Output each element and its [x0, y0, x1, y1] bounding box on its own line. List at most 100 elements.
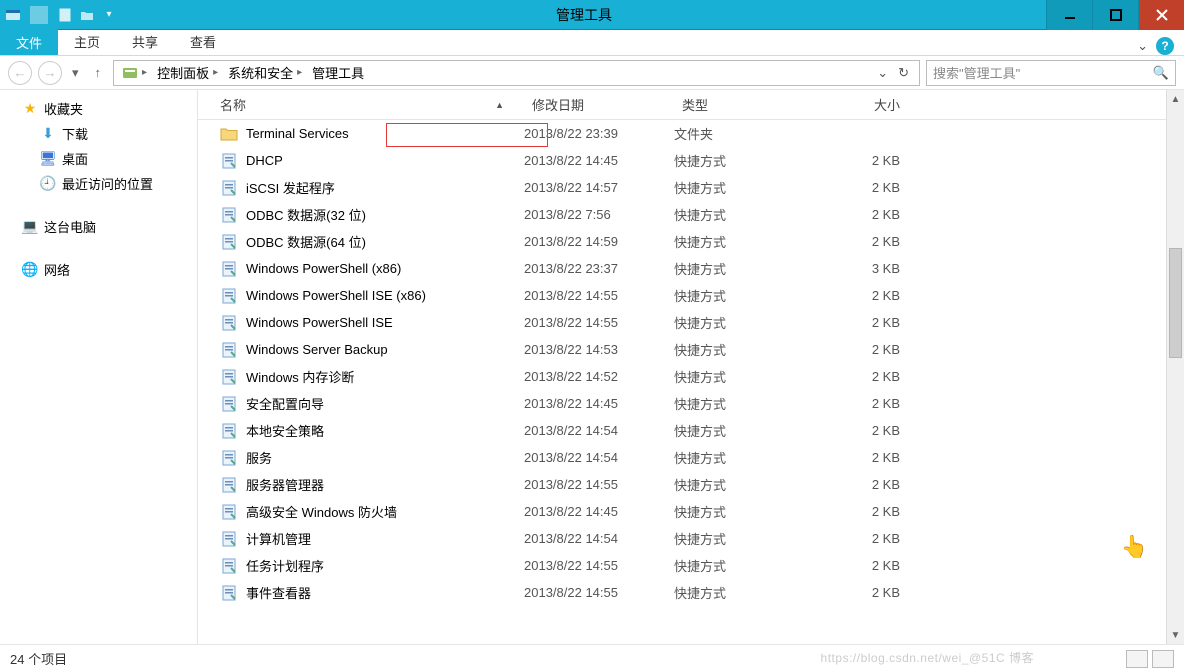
- file-row[interactable]: 服务器管理器2013/8/22 14:55快捷方式2 KB: [198, 471, 1184, 498]
- file-type: 快捷方式: [674, 475, 824, 494]
- breadcrumb-root-icon[interactable]: ▸: [118, 65, 151, 81]
- file-row[interactable]: 任务计划程序2013/8/22 14:55快捷方式2 KB: [198, 552, 1184, 579]
- shortcut-icon: [220, 287, 238, 305]
- shortcut-icon: [220, 233, 238, 251]
- file-size: 2 KB: [824, 315, 924, 330]
- file-type: 快捷方式: [674, 340, 824, 359]
- file-tab[interactable]: 文件: [0, 29, 58, 55]
- maximize-button[interactable]: [1092, 0, 1138, 30]
- file-type: 快捷方式: [674, 151, 824, 170]
- address-chevron-icon[interactable]: ⌄: [877, 65, 888, 81]
- file-date: 2013/8/22 14:55: [524, 477, 674, 492]
- file-size: 2 KB: [824, 234, 924, 249]
- qat-properties-icon[interactable]: [56, 6, 74, 24]
- file-row[interactable]: Windows PowerShell ISE (x86)2013/8/22 14…: [198, 282, 1184, 309]
- file-size: 3 KB: [824, 261, 924, 276]
- file-row[interactable]: 安全配置向导2013/8/22 14:45快捷方式2 KB: [198, 390, 1184, 417]
- file-size: 2 KB: [824, 288, 924, 303]
- search-box[interactable]: 搜索"管理工具" 🔍: [926, 60, 1176, 86]
- nav-thispc[interactable]: 💻这台电脑: [0, 214, 197, 239]
- star-icon: ★: [22, 101, 38, 117]
- file-name: 事件查看器: [246, 583, 311, 602]
- col-date[interactable]: 修改日期: [524, 95, 674, 114]
- sort-arrow-icon: ▲: [495, 100, 504, 110]
- shortcut-icon: [220, 206, 238, 224]
- nav-desktop[interactable]: 🖥桌面: [0, 146, 197, 171]
- file-name: 本地安全策略: [246, 421, 324, 440]
- refresh-icon[interactable]: ↻: [898, 65, 909, 81]
- address-bar[interactable]: ▸ 控制面板 ▸ 系统和安全 ▸ 管理工具 ⌄ ↻: [113, 60, 920, 86]
- file-date: 2013/8/22 7:56: [524, 207, 674, 222]
- titlebar: ▾ 管理工具: [0, 0, 1184, 30]
- shortcut-icon: [220, 530, 238, 548]
- breadcrumb-item[interactable]: 管理工具: [308, 63, 368, 82]
- file-row[interactable]: 本地安全策略2013/8/22 14:54快捷方式2 KB: [198, 417, 1184, 444]
- app-icon: [4, 6, 22, 24]
- file-row[interactable]: DHCP2013/8/22 14:45快捷方式2 KB: [198, 147, 1184, 174]
- view-icons-button[interactable]: [1152, 650, 1174, 668]
- file-type: 文件夹: [674, 124, 824, 143]
- file-row[interactable]: ODBC 数据源(32 位)2013/8/22 7:56快捷方式2 KB: [198, 201, 1184, 228]
- scroll-down-icon[interactable]: ▼: [1167, 626, 1184, 644]
- forward-button[interactable]: →: [38, 61, 62, 85]
- file-size: 2 KB: [824, 153, 924, 168]
- file-row[interactable]: 计算机管理2013/8/22 14:54快捷方式2 KB: [198, 525, 1184, 552]
- file-date: 2013/8/22 14:54: [524, 423, 674, 438]
- breadcrumb-item[interactable]: 系统和安全 ▸: [224, 63, 306, 82]
- view-details-button[interactable]: [1126, 650, 1148, 668]
- file-size: 2 KB: [824, 423, 924, 438]
- file-date: 2013/8/22 14:55: [524, 558, 674, 573]
- file-size: 2 KB: [824, 504, 924, 519]
- shortcut-icon: [220, 179, 238, 197]
- up-button[interactable]: ↑: [89, 65, 108, 80]
- file-date: 2013/8/22 23:37: [524, 261, 674, 276]
- file-type: 快捷方式: [674, 259, 824, 278]
- recent-icon: 🕘: [40, 176, 56, 192]
- file-type: 快捷方式: [674, 448, 824, 467]
- qat-chevron-icon[interactable]: ▾: [100, 6, 118, 24]
- file-row[interactable]: Windows Server Backup2013/8/22 14:53快捷方式…: [198, 336, 1184, 363]
- file-row[interactable]: iSCSI 发起程序2013/8/22 14:57快捷方式2 KB: [198, 174, 1184, 201]
- minimize-button[interactable]: [1046, 0, 1092, 30]
- shortcut-icon: [220, 449, 238, 467]
- file-name: DHCP: [246, 153, 283, 168]
- back-button[interactable]: ←: [8, 61, 32, 85]
- file-row[interactable]: ODBC 数据源(64 位)2013/8/22 14:59快捷方式2 KB: [198, 228, 1184, 255]
- nav-recent[interactable]: 🕘最近访问的位置: [0, 171, 197, 196]
- file-row[interactable]: 高级安全 Windows 防火墙2013/8/22 14:45快捷方式2 KB: [198, 498, 1184, 525]
- nav-network[interactable]: 🌐网络: [0, 257, 197, 282]
- tab-view[interactable]: 查看: [174, 28, 232, 55]
- vertical-scrollbar[interactable]: ▲ ▼: [1166, 90, 1184, 644]
- file-name: 服务器管理器: [246, 475, 324, 494]
- qat-newfolder-icon[interactable]: [78, 6, 96, 24]
- file-row[interactable]: Windows PowerShell (x86) 2013/8/22 23:37快…: [198, 255, 1184, 282]
- history-chevron-icon[interactable]: ▾: [68, 65, 83, 81]
- nav-downloads[interactable]: ⬇下载: [0, 121, 197, 146]
- nav-favorites[interactable]: ★收藏夹: [0, 96, 197, 121]
- scroll-up-icon[interactable]: ▲: [1167, 90, 1184, 108]
- breadcrumb-item[interactable]: 控制面板 ▸: [153, 63, 222, 82]
- col-name[interactable]: 名称▲: [198, 95, 524, 114]
- ribbon-chevron-icon[interactable]: ⌄: [1137, 38, 1148, 54]
- file-row[interactable]: 事件查看器2013/8/22 14:55快捷方式2 KB: [198, 579, 1184, 606]
- col-size[interactable]: 大小: [824, 95, 924, 114]
- file-row[interactable]: Terminal Services2013/8/22 23:39文件夹: [198, 120, 1184, 147]
- search-icon[interactable]: 🔍: [1153, 65, 1169, 81]
- file-size: 2 KB: [824, 531, 924, 546]
- help-icon[interactable]: ?: [1156, 37, 1174, 55]
- file-type: 快捷方式: [674, 205, 824, 224]
- file-name: ODBC 数据源(64 位): [246, 232, 366, 251]
- tab-home[interactable]: 主页: [58, 28, 116, 55]
- close-button[interactable]: [1138, 0, 1184, 30]
- file-date: 2013/8/22 14:52: [524, 369, 674, 384]
- file-row[interactable]: Windows PowerShell ISE2013/8/22 14:55快捷方…: [198, 309, 1184, 336]
- file-row[interactable]: 服务2013/8/22 14:54快捷方式2 KB: [198, 444, 1184, 471]
- file-size: 2 KB: [824, 450, 924, 465]
- tab-share[interactable]: 共享: [116, 28, 174, 55]
- file-row[interactable]: Windows 内存诊断2013/8/22 14:52快捷方式2 KB: [198, 363, 1184, 390]
- file-name: Windows PowerShell (x86): [246, 261, 401, 276]
- col-type[interactable]: 类型: [674, 95, 824, 114]
- file-size: 2 KB: [824, 180, 924, 195]
- search-placeholder: 搜索"管理工具": [933, 63, 1153, 82]
- file-date: 2013/8/22 14:54: [524, 450, 674, 465]
